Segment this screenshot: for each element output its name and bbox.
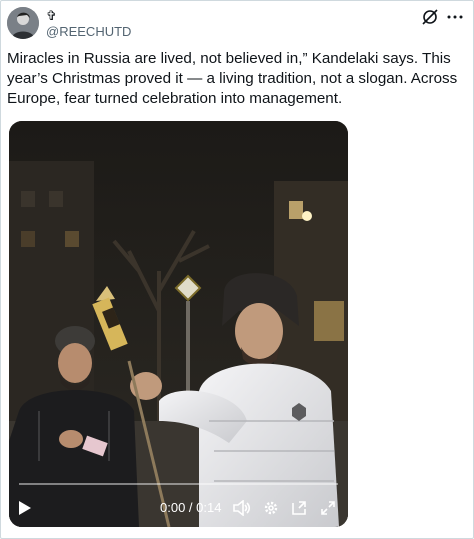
volume-button[interactable] [233,500,251,516]
settings-icon [264,501,278,515]
video-time-separator: / [185,500,197,515]
settings-button[interactable] [263,500,279,516]
fullscreen-button[interactable] [320,500,336,516]
display-name[interactable]: ✞ [46,9,131,22]
volume-icon [233,500,251,516]
picture-in-picture-button[interactable] [291,500,307,516]
play-button[interactable] [17,500,33,516]
grok-icon[interactable] [421,8,439,26]
video-player[interactable] [9,121,348,527]
video-time: 0:00 / 0:14 [160,500,221,515]
video-frame [9,121,348,527]
video-duration: 0:14 [196,500,222,515]
more-options-icon[interactable] [446,8,464,26]
author-handle[interactable]: @REECHUTD [46,25,131,39]
tweet-text: Miracles in Russia are lived, not believ… [7,50,458,107]
picture-in-picture-icon [292,501,306,515]
author-block[interactable]: ✞ @REECHUTD [46,9,131,39]
play-icon [19,501,31,515]
avatar[interactable] [7,7,39,39]
fullscreen-icon [321,501,335,515]
video-current-time: 0:00 [160,500,186,515]
